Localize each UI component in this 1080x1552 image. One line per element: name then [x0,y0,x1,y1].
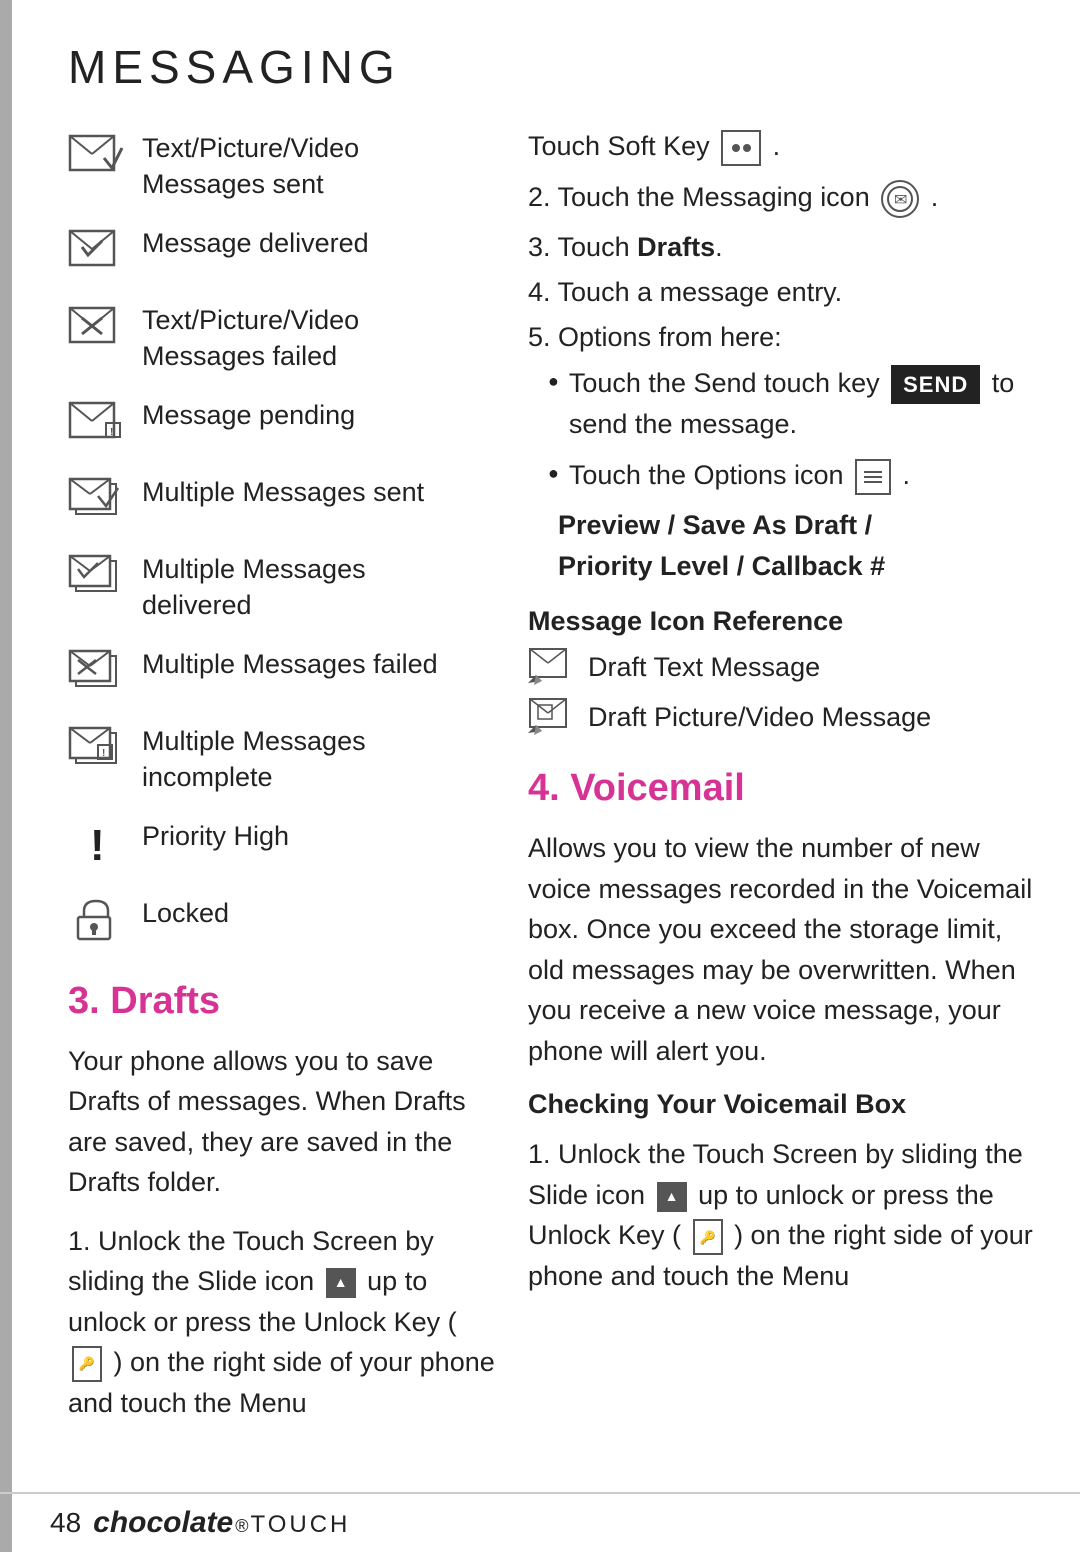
key-icon-2: 🔑 [693,1219,723,1255]
registered-symbol: ® [235,1516,248,1537]
multi-sent-icon [68,474,124,529]
left-accent-bar [0,0,12,1552]
step5-text: 5. Options from here: [528,322,1040,353]
delivered-icon [68,225,124,280]
svg-text:!: ! [102,748,105,759]
priority-high-icon: ! [68,818,124,873]
drafts-steps: 1. Unlock the Touch Screen by sliding th… [68,1221,498,1424]
softkey-icon [721,130,761,166]
multi-incomplete-icon: ! [68,723,124,778]
send-button-label: SEND [891,365,980,404]
list-item: Draft Text Message [528,647,1040,687]
list-item: ! Priority High [68,818,498,873]
brand-touch: TOUCH [250,1511,350,1539]
step3-text: 3. Touch Drafts. [528,232,1040,263]
voicemail-body: Allows you to view the number of new voi… [528,828,1040,1071]
footer-page-number: 48 [50,1507,81,1539]
failed-icon [68,302,124,357]
list-item: Multiple Messages failed [68,646,498,701]
pending-icon: ! [68,397,124,452]
left-column: Text/Picture/VideoMessages sent Message … [68,130,498,1437]
messaging-icon-inline: ✉ [881,180,919,218]
multi-delivered-icon [68,551,124,606]
right-column: Touch Soft Key . 2. Touch the Messaging … [528,130,1040,1437]
options-icon-inline [855,459,891,495]
list-item: Message delivered [68,225,498,280]
list-item: 1. Unlock the Touch Screen by sliding th… [68,1221,498,1424]
msg-ref-list: Draft Text Message Draft Picture/Video M… [528,647,1040,737]
slide-icon-2 [657,1182,687,1212]
draft-text-msg-icon [528,647,574,687]
list-item: Touch the Options icon . [548,455,1040,496]
options-submenu: Preview / Save As Draft /Priority Level … [558,505,1040,586]
key-icon: 🔑 [72,1346,102,1382]
drafts-heading: 3. Drafts [68,980,498,1023]
multi-failed-icon [68,646,124,701]
slide-icon [326,1268,356,1298]
svg-text:!: ! [90,821,105,866]
list-item: Multiple Messages sent [68,474,498,529]
list-item: Multiple Messagesdelivered [68,551,498,624]
svg-text:!: ! [110,427,113,438]
voicemail-heading: 4. Voicemail [528,767,1040,810]
step2-text: 2. Touch the Messaging icon ✉ . [528,180,1040,218]
footer: 48 chocolate ® TOUCH [0,1492,1080,1552]
list-item: Text/Picture/VideoMessages sent [68,130,498,203]
checking-voicemail-heading: Checking Your Voicemail Box [528,1089,1040,1120]
brand-name: chocolate [93,1506,233,1540]
list-item: Draft Picture/Video Message [528,697,1040,737]
list-item: Text/Picture/VideoMessages failed [68,302,498,375]
icon-reference-list: Text/Picture/VideoMessages sent Message … [68,130,498,950]
svg-text:✉: ✉ [894,192,907,209]
footer-brand: chocolate ® TOUCH [93,1506,350,1540]
msg-ref-heading: Message Icon Reference [528,606,1040,637]
step4-text: 4. Touch a message entry. [528,277,1040,308]
list-item: Locked [68,895,498,950]
list-item: Touch the Send touch key SEND to send th… [548,363,1040,445]
draft-picture-msg-icon [528,697,574,737]
drafts-body: Your phone allows you to save Drafts of … [68,1041,498,1203]
list-item: ! Multiple Messagesincomplete [68,723,498,796]
sent-icon [68,130,124,185]
intro-text: Touch Soft Key . [528,130,1040,166]
locked-icon [68,895,124,950]
voicemail-step1: 1. Unlock the Touch Screen by sliding th… [528,1134,1040,1296]
page-title: MESSAGING [68,40,1040,94]
list-item: ! Message pending [68,397,498,452]
options-list: Touch the Send touch key SEND to send th… [528,363,1040,495]
